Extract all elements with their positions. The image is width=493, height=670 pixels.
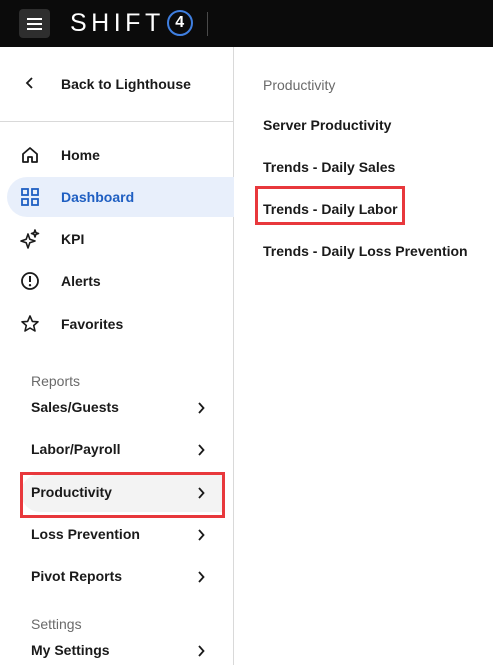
chevron-right-icon <box>197 571 205 583</box>
submenu-item-server-productivity[interactable]: Server Productivity <box>263 117 391 133</box>
hamburger-menu-icon <box>27 18 42 20</box>
nav-label: Alerts <box>61 273 101 289</box>
nav-label: KPI <box>61 231 85 247</box>
report-item-labor-payroll[interactable]: Labor/Payroll <box>21 431 224 469</box>
sidebar: Back to Lighthouse Home Dashboard KPI Al… <box>0 47 256 665</box>
chevron-right-icon <box>197 529 205 541</box>
grid-icon <box>20 187 40 207</box>
hamburger-menu-icon-line <box>27 28 42 30</box>
home-icon <box>20 145 40 165</box>
productivity-submenu-panel: Productivity Server Productivity Trends … <box>234 47 493 665</box>
back-to-lighthouse-link[interactable]: Back to Lighthouse <box>0 67 233 101</box>
submenu-title: Productivity <box>263 77 336 93</box>
nav-item-alerts[interactable]: Alerts <box>7 261 256 301</box>
productivity-highlight-box <box>20 472 225 518</box>
top-bar: SHIFT 4 <box>0 0 493 47</box>
chevron-left-icon <box>25 76 35 90</box>
nav-item-dashboard[interactable]: Dashboard <box>7 177 256 217</box>
sidebar-divider <box>0 121 233 122</box>
report-label: Labor/Payroll <box>31 441 121 457</box>
reports-heading: Reports <box>31 373 81 389</box>
settings-item-my-settings[interactable]: My Settings <box>21 632 224 670</box>
nav-label: Home <box>61 147 100 163</box>
settings-heading: Settings <box>31 616 82 632</box>
chevron-right-icon <box>197 402 205 414</box>
shift4-logo[interactable]: SHIFT 4 <box>70 8 193 38</box>
report-label: Sales/Guests <box>31 399 119 415</box>
logo-text: SHIFT <box>70 8 165 37</box>
report-label: Loss Prevention <box>31 526 140 542</box>
chevron-right-icon <box>197 444 205 456</box>
nav-item-kpi[interactable]: KPI <box>7 219 256 259</box>
hamburger-menu-button[interactable] <box>19 9 50 38</box>
report-item-pivot-reports[interactable]: Pivot Reports <box>21 558 224 596</box>
topbar-divider <box>207 12 208 36</box>
report-label: Pivot Reports <box>31 568 123 584</box>
nav-label: Dashboard <box>61 189 135 205</box>
submenu-item-trends-daily-loss-prevention[interactable]: Trends - Daily Loss Prevention <box>263 243 468 259</box>
sparkle-icon <box>20 229 40 249</box>
hamburger-menu-icon-line <box>27 23 42 25</box>
back-label: Back to Lighthouse <box>61 76 191 92</box>
submenu-item-trends-daily-sales[interactable]: Trends - Daily Sales <box>263 159 395 175</box>
nav-label: Favorites <box>61 316 124 332</box>
chevron-right-icon <box>197 645 205 657</box>
report-item-sales-guests[interactable]: Sales/Guests <box>21 389 224 427</box>
daily-labor-highlight-box <box>255 186 405 225</box>
nav-item-favorites[interactable]: Favorites <box>7 304 256 344</box>
report-item-loss-prevention[interactable]: Loss Prevention <box>21 516 224 554</box>
nav-item-home[interactable]: Home <box>7 135 256 175</box>
settings-label: My Settings <box>31 642 110 658</box>
star-icon <box>20 314 40 334</box>
logo-mark: 4 <box>166 10 193 36</box>
alert-icon <box>20 271 40 291</box>
